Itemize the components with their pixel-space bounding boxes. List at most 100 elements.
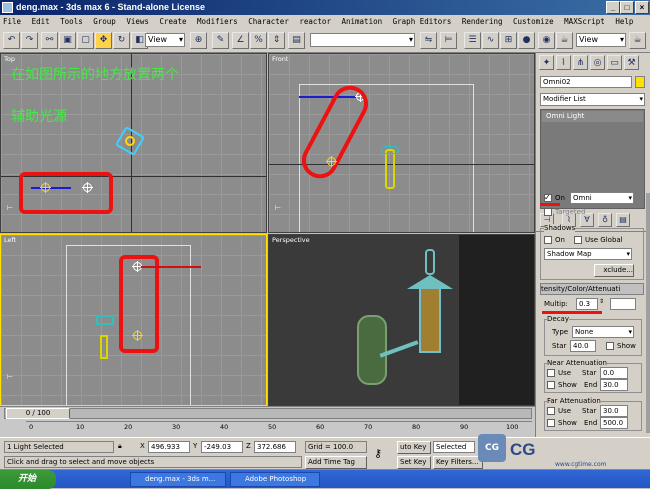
render-last-icon[interactable]: ☕ bbox=[629, 32, 646, 49]
menu-tools[interactable]: Tools bbox=[60, 17, 83, 26]
named-selection-icon[interactable]: ▤ bbox=[288, 32, 305, 49]
x-coordinate-field[interactable]: 496.933 bbox=[148, 441, 190, 453]
start-button[interactable]: 开始 bbox=[0, 470, 56, 489]
near-use-checkbox[interactable] bbox=[547, 369, 555, 377]
task-3dsmax[interactable]: deng.max - 3ds m... bbox=[130, 472, 226, 487]
z-label: Z bbox=[246, 442, 251, 450]
time-slider-track[interactable] bbox=[4, 408, 532, 419]
angle-snap-icon[interactable]: ∠ bbox=[232, 32, 249, 49]
decay-type-select[interactable]: None bbox=[572, 326, 634, 338]
align-icon[interactable]: ⊨ bbox=[440, 32, 457, 49]
menu-group[interactable]: Group bbox=[93, 17, 116, 26]
mirror-icon[interactable]: ⇋ bbox=[420, 32, 437, 49]
y-coordinate-field[interactable]: -249.03 bbox=[201, 441, 243, 453]
light-color-swatch[interactable] bbox=[610, 298, 636, 310]
configure-sets-icon[interactable]: ▤ bbox=[616, 213, 630, 227]
lock-icon[interactable]: 🔒︎ bbox=[118, 442, 122, 451]
far-start-field[interactable]: 30.0 bbox=[600, 405, 628, 417]
decay-show-label: Show bbox=[617, 342, 636, 350]
menu-modifiers[interactable]: Modifiers bbox=[197, 17, 238, 26]
menu-help[interactable]: Help bbox=[615, 17, 633, 26]
menu-edit[interactable]: Edit bbox=[32, 17, 50, 26]
snap-icon[interactable]: ✎ bbox=[212, 32, 229, 49]
set-key-button[interactable]: Set Key bbox=[397, 456, 431, 469]
exclude-button[interactable]: xclude... bbox=[594, 264, 634, 277]
selected-select[interactable]: Selected bbox=[433, 441, 475, 453]
named-selection-set[interactable] bbox=[310, 33, 415, 47]
render-type-select[interactable]: View bbox=[576, 33, 626, 47]
select-move-icon[interactable]: ✥ bbox=[95, 32, 112, 49]
task-photoshop[interactable]: Adobe Photoshop bbox=[230, 472, 320, 487]
menu-animation[interactable]: Animation bbox=[341, 17, 382, 26]
modifier-list-select[interactable]: Modifier List bbox=[540, 93, 645, 106]
multiplier-spinner-icon[interactable]: ⇕ bbox=[599, 298, 604, 305]
select-object-icon[interactable]: ▣ bbox=[59, 32, 76, 49]
menu-file[interactable]: File bbox=[3, 17, 21, 26]
viewport-left[interactable]: Left ⊢ bbox=[0, 234, 267, 406]
stack-item-omni[interactable]: Omni Light bbox=[542, 111, 643, 122]
key-filters-button[interactable]: Key Filters... bbox=[433, 456, 483, 469]
key-icon[interactable]: ⚷ bbox=[374, 447, 382, 460]
panel-scrollbar[interactable] bbox=[646, 193, 650, 433]
object-color-swatch[interactable] bbox=[635, 76, 645, 88]
rotate-icon[interactable]: ↻ bbox=[113, 32, 130, 49]
utilities-tab-icon[interactable]: ⚒ bbox=[624, 55, 639, 70]
auto-key-button[interactable]: uto Key bbox=[397, 441, 431, 454]
curve-editor-icon[interactable]: ∿ bbox=[482, 32, 499, 49]
spinner-snap-icon[interactable]: ⇕ bbox=[268, 32, 285, 49]
maximize-button[interactable]: □ bbox=[620, 1, 634, 14]
material-editor-icon[interactable]: ● bbox=[518, 32, 535, 49]
far-use-checkbox[interactable] bbox=[547, 407, 555, 415]
viewport-top[interactable]: Top 在如图所示的地方放置两个 辅助光源 ⊢ bbox=[0, 53, 267, 233]
menu-rendering[interactable]: Rendering bbox=[462, 17, 503, 26]
menu-customize[interactable]: Customize bbox=[513, 17, 554, 26]
viewport-perspective[interactable]: Perspective bbox=[268, 234, 535, 406]
use-global-checkbox[interactable] bbox=[574, 236, 582, 244]
multiplier-field[interactable]: 0.3 bbox=[576, 298, 598, 310]
percent-snap-icon[interactable]: % bbox=[250, 32, 267, 49]
time-slider[interactable]: 0 / 100 bbox=[6, 408, 70, 419]
menu-views[interactable]: Views bbox=[126, 17, 149, 26]
undo-icon[interactable]: ↶ bbox=[3, 32, 20, 49]
menu-create[interactable]: Create bbox=[159, 17, 186, 26]
menu-character[interactable]: Character bbox=[248, 17, 289, 26]
z-coordinate-field[interactable]: 372.686 bbox=[254, 441, 296, 453]
modify-tab-icon[interactable]: ⌇ bbox=[556, 55, 571, 70]
far-show-checkbox[interactable] bbox=[547, 419, 555, 427]
minimize-button[interactable]: _ bbox=[606, 1, 620, 14]
select-region-icon[interactable]: ▢ bbox=[77, 32, 94, 49]
motion-tab-icon[interactable]: ◎ bbox=[590, 55, 605, 70]
viewport-front[interactable]: Front ⊢ bbox=[268, 53, 535, 233]
menu-graph-editors[interactable]: Graph Editors bbox=[393, 17, 452, 26]
menu-reactor[interactable]: reactor bbox=[299, 17, 331, 26]
far-end-field[interactable]: 500.0 bbox=[600, 417, 628, 429]
targeted-checkbox[interactable] bbox=[544, 208, 552, 216]
near-show-checkbox[interactable] bbox=[547, 381, 555, 389]
intensity-rollout-title[interactable]: tensity/Color/Attenuati bbox=[540, 283, 644, 295]
link-icon[interactable]: ⚯ bbox=[41, 32, 58, 49]
add-time-tag-button[interactable]: Add Time Tag bbox=[305, 456, 367, 469]
far-attenuation-title: Far Attenuation bbox=[547, 397, 601, 405]
menu-maxscript[interactable]: MAXScript bbox=[564, 17, 605, 26]
near-start-field[interactable]: 0.0 bbox=[600, 367, 628, 379]
near-end-field[interactable]: 30.0 bbox=[600, 379, 628, 391]
light-type-select[interactable]: Omni bbox=[570, 192, 634, 204]
object-name-field[interactable]: Omni02 bbox=[540, 76, 632, 88]
create-tab-icon[interactable]: ✦ bbox=[539, 55, 554, 70]
redo-icon[interactable]: ↷ bbox=[21, 32, 38, 49]
decay-show-checkbox[interactable] bbox=[606, 342, 614, 350]
track-bar[interactable] bbox=[26, 421, 532, 437]
hierarchy-tab-icon[interactable]: ⋔ bbox=[573, 55, 588, 70]
schematic-view-icon[interactable]: ⊞ bbox=[500, 32, 517, 49]
close-button[interactable]: × bbox=[635, 1, 649, 14]
reference-coordinate-select[interactable]: View bbox=[145, 33, 185, 47]
remove-modifier-icon[interactable]: ♁ bbox=[598, 213, 612, 227]
render-scene-icon[interactable]: ◉ bbox=[538, 32, 555, 49]
layer-manager-icon[interactable]: ☰ bbox=[464, 32, 481, 49]
shadow-type-select[interactable]: Shadow Map bbox=[544, 248, 632, 260]
display-tab-icon[interactable]: ▭ bbox=[607, 55, 622, 70]
shadows-on-checkbox[interactable] bbox=[544, 236, 552, 244]
pivot-icon[interactable]: ⊕ bbox=[190, 32, 207, 49]
quick-render-icon[interactable]: ☕ bbox=[556, 32, 573, 49]
decay-start-field[interactable]: 40.0 bbox=[570, 340, 596, 352]
